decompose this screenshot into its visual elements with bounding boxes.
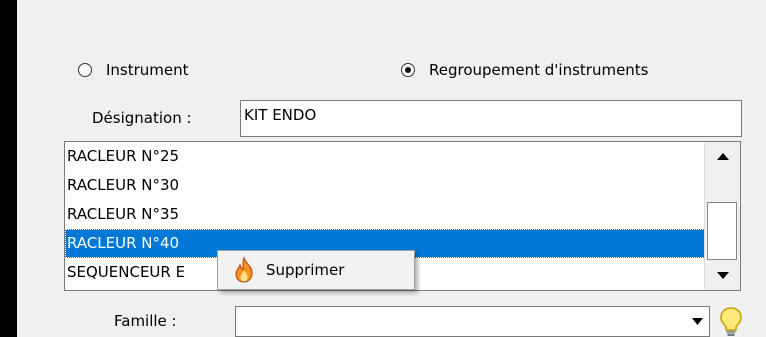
scroll-up-icon: [716, 153, 729, 160]
list-item[interactable]: RACLEUR N°30: [65, 171, 705, 200]
scroll-thumb[interactable]: [707, 202, 737, 260]
radio-instrument-circle[interactable]: [78, 63, 92, 77]
context-menu: Supprimer: [217, 250, 415, 290]
list-scrollbar[interactable]: [704, 142, 740, 290]
context-menu-delete[interactable]: Supprimer: [266, 261, 344, 279]
designation-input[interactable]: KIT ENDO: [240, 100, 742, 137]
famille-combobox[interactable]: [235, 306, 710, 337]
flame-icon: [235, 256, 253, 283]
dropdown-arrow-icon[interactable]: [692, 318, 703, 325]
list-item[interactable]: RACLEUR N°25: [65, 142, 705, 171]
scroll-down-button[interactable]: [705, 262, 740, 290]
scroll-up-button[interactable]: [705, 142, 740, 170]
list-item[interactable]: RACLEUR N°35: [65, 200, 705, 229]
radio-group-label: Regroupement d'instruments: [429, 61, 649, 79]
form-panel: Instrument Regroupement d'instruments Dé…: [17, 0, 766, 337]
radio-instrument[interactable]: Instrument: [78, 61, 189, 79]
scroll-down-icon: [716, 272, 729, 279]
radio-group-circle[interactable]: [401, 63, 415, 77]
radio-group[interactable]: Regroupement d'instruments: [401, 61, 649, 79]
lightbulb-icon[interactable]: [718, 306, 744, 337]
radio-instrument-label: Instrument: [106, 61, 189, 79]
famille-label: Famille :: [114, 312, 177, 330]
designation-label: Désignation :: [92, 109, 192, 127]
